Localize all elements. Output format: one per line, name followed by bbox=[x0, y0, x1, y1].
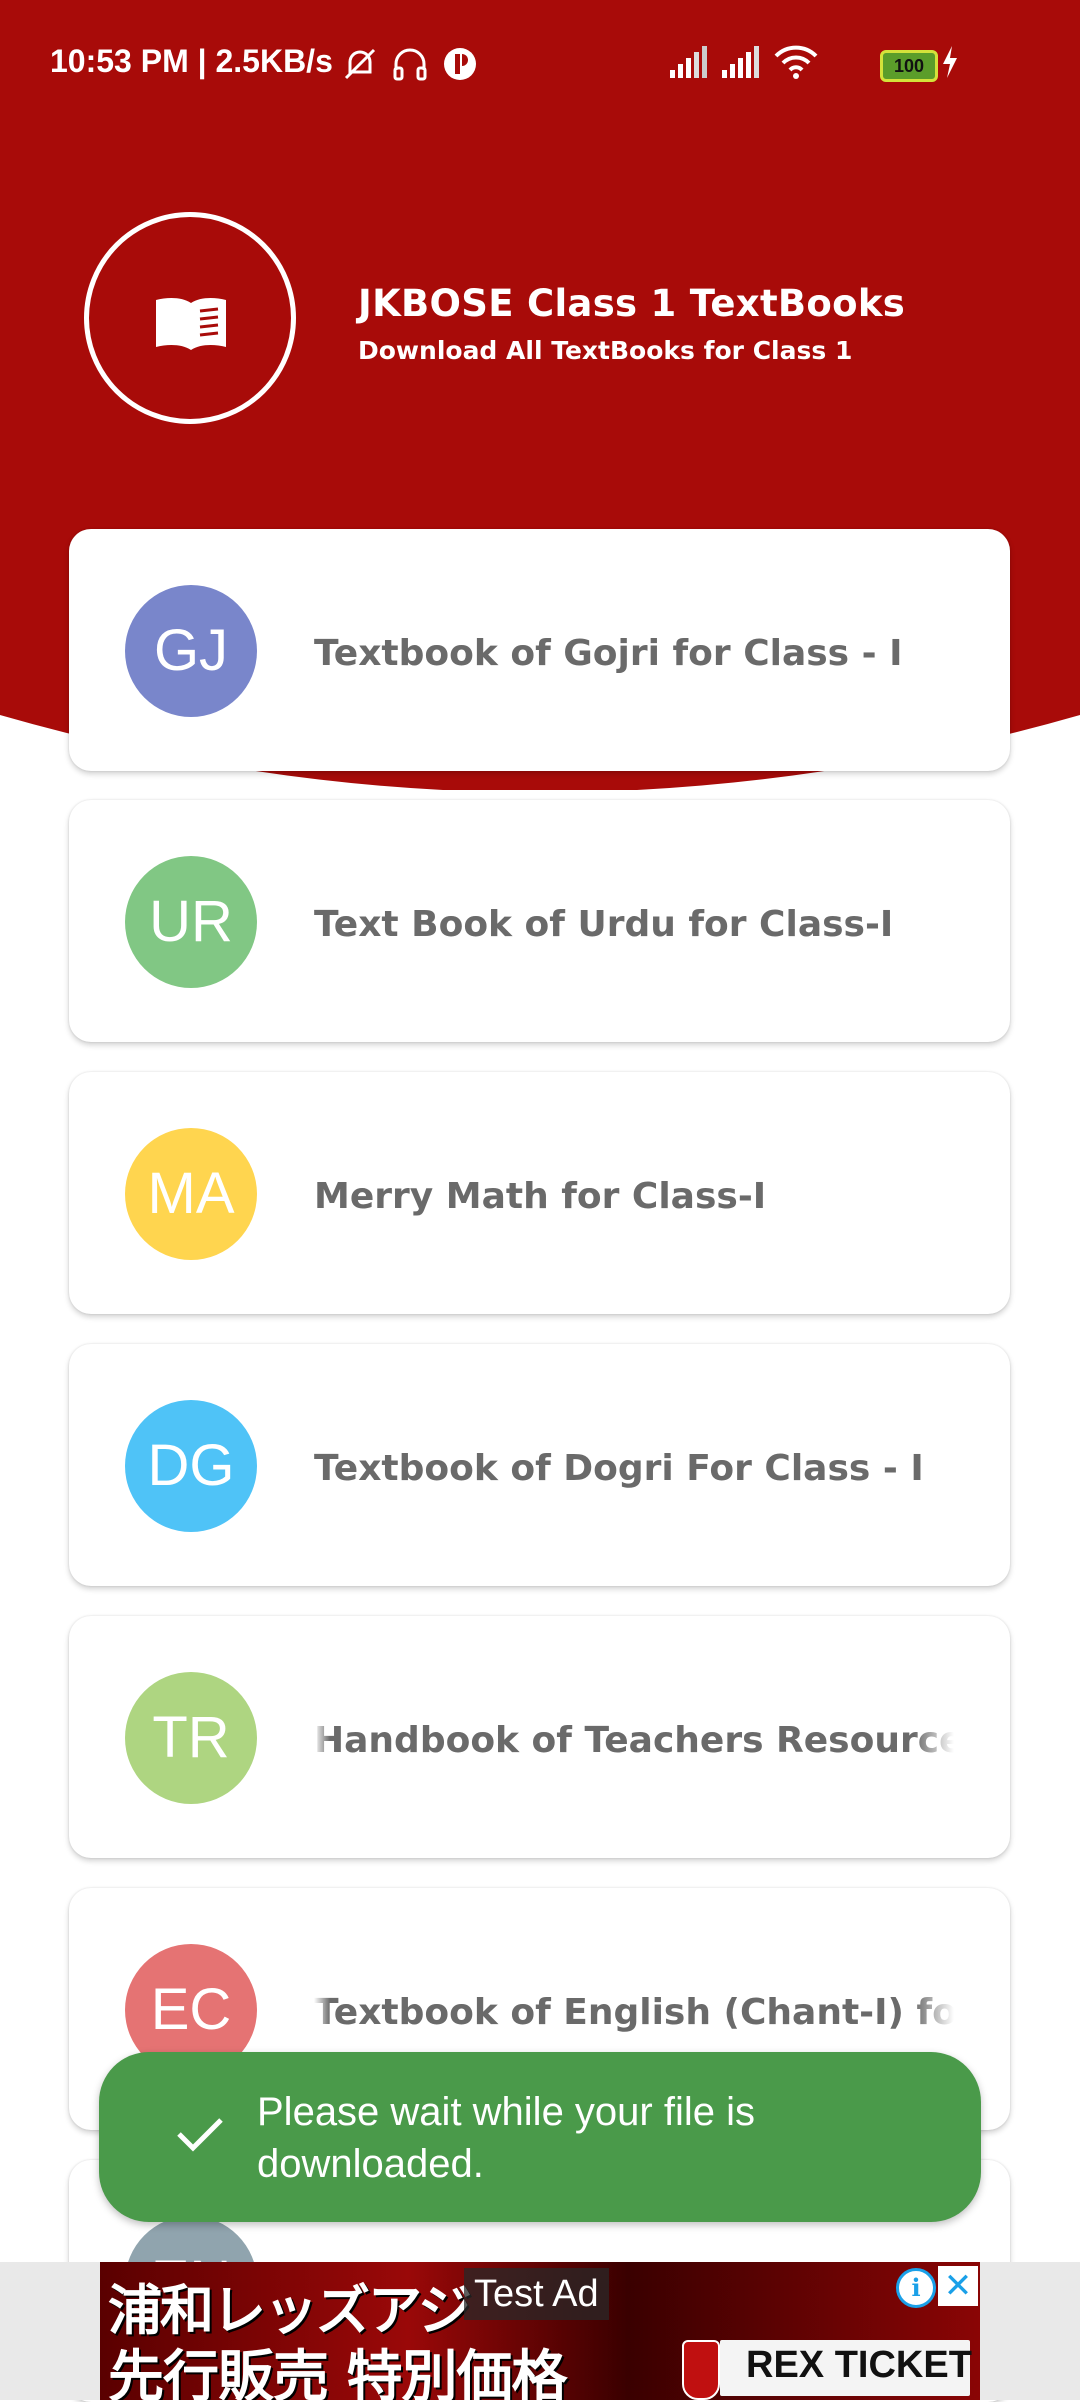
page-title: JKBOSE Class 1 TextBooks bbox=[358, 282, 906, 325]
book-avatar: MA bbox=[125, 1128, 257, 1260]
page-subtitle: Download All TextBooks for Class 1 bbox=[358, 336, 853, 365]
headset-icon bbox=[393, 48, 427, 81]
book-card[interactable]: TR Handbook of Teachers Resources C bbox=[69, 1616, 1010, 1858]
battery-icon: 100 bbox=[880, 50, 938, 82]
book-title: Handbook of Teachers Resources C bbox=[314, 1720, 954, 1761]
book-title: Textbook of Gojri for Class - I bbox=[314, 633, 903, 674]
charging-icon bbox=[943, 46, 957, 78]
book-avatar: TR bbox=[125, 1672, 257, 1804]
book-title: Textbook of English (Chant-I) for C bbox=[314, 1992, 954, 2033]
ad-emblem-icon bbox=[682, 2340, 720, 2400]
status-right-icons: 100 bbox=[670, 44, 1058, 84]
book-title: Text Book of Urdu for Class-I bbox=[314, 904, 894, 945]
mute-icon bbox=[344, 48, 376, 80]
book-card[interactable]: UR Text Book of Urdu for Class-I bbox=[69, 800, 1010, 1042]
ad-banner[interactable]: 浦和レッズアジ 先行販売 特別価格 Test Ad i ✕ REX TICKET bbox=[100, 2262, 980, 2400]
status-time: 10:53 PM | 2.5KB/s bbox=[50, 43, 333, 79]
ad-container: 浦和レッズアジ 先行販売 特別価格 Test Ad i ✕ REX TICKET bbox=[0, 2262, 1080, 2400]
toast-message: Please wait while your file is downloade… bbox=[257, 2090, 755, 2186]
ad-close-icon[interactable]: ✕ bbox=[938, 2266, 978, 2306]
signal-icon bbox=[722, 46, 759, 78]
book-icon bbox=[156, 298, 226, 350]
download-toast: Please wait while your file is downloade… bbox=[99, 2052, 981, 2222]
book-card[interactable]: DG Textbook of Dogri For Class - I bbox=[69, 1344, 1010, 1586]
signal-icon bbox=[670, 46, 707, 78]
app-logo bbox=[84, 212, 296, 424]
status-bar: 10:53 PM | 2.5KB/s 100 bbox=[0, 0, 1080, 130]
book-card[interactable]: MA Merry Math for Class-I bbox=[69, 1072, 1010, 1314]
wifi-icon bbox=[774, 45, 818, 79]
book-title: Merry Math for Class-I bbox=[314, 1176, 767, 1217]
ad-info-icon[interactable]: i bbox=[896, 2268, 936, 2308]
book-avatar: DG bbox=[125, 1400, 257, 1532]
book-card[interactable]: GJ Textbook of Gojri for Class - I bbox=[69, 529, 1010, 771]
book-avatar: GJ bbox=[125, 585, 257, 717]
ad-brand: REX TICKET bbox=[746, 2344, 972, 2386]
book-avatar: UR bbox=[125, 856, 257, 988]
book-title: Textbook of Dogri For Class - I bbox=[314, 1448, 924, 1489]
check-icon bbox=[177, 2118, 223, 2152]
app-notification-icon bbox=[444, 48, 476, 80]
ad-subheadline: 先行販売 特別価格 bbox=[108, 2345, 567, 2400]
ad-test-label: Test Ad bbox=[464, 2268, 609, 2320]
